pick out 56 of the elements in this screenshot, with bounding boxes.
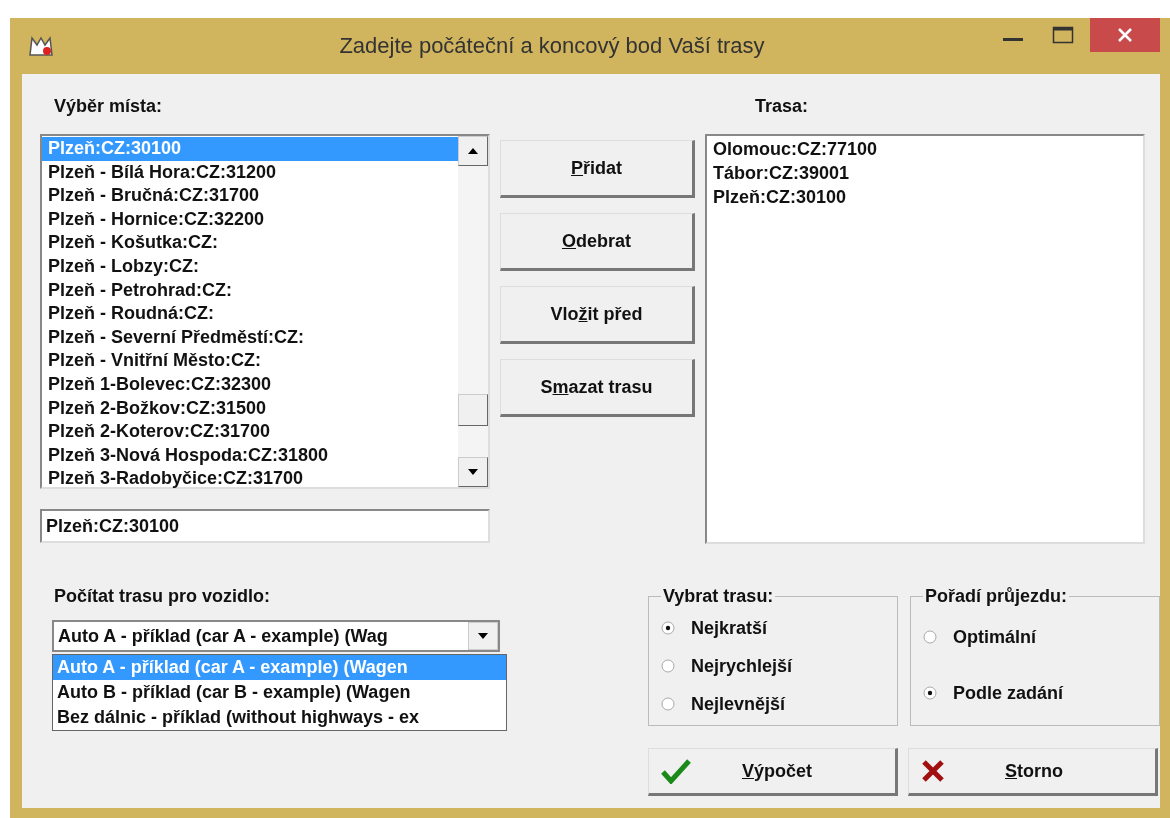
- radio-icon[interactable]: [661, 659, 675, 673]
- list-item[interactable]: Plzeň:CZ:30100: [707, 185, 1143, 209]
- window-title: Zadejte počáteční a koncový bod Vaší trasy: [338, 33, 766, 59]
- radio-icon[interactable]: [923, 630, 937, 644]
- list-item[interactable]: Plzeň - Petrohrad:CZ:: [42, 278, 458, 303]
- list-item[interactable]: Plzeň - Bílá Hora:CZ:31200: [42, 160, 458, 185]
- cancel-button[interactable]: Storno: [908, 748, 1158, 796]
- dropdown-option[interactable]: Bez dálnic - příklad (without highways - ex: [53, 705, 506, 730]
- dropdown-option[interactable]: Auto B - příklad (car B - example) (Wagen: [53, 680, 506, 705]
- scroll-down-icon[interactable]: [467, 468, 479, 476]
- radio-option[interactable]: Nejrychlejší: [661, 647, 885, 685]
- list-item[interactable]: Plzeň 3-Radobyčice:CZ:31700: [42, 467, 458, 491]
- place-field[interactable]: Plzeň:CZ:30100: [40, 509, 490, 543]
- radio-icon[interactable]: [661, 697, 675, 711]
- group-title: Vybrat trasu:: [662, 586, 775, 607]
- dropdown-arrow-icon[interactable]: [477, 632, 489, 640]
- list-item[interactable]: Plzeň - Bručná:CZ:31700: [42, 184, 458, 208]
- list-item[interactable]: Plzeň 3-Nová Hospoda:CZ:31800: [42, 443, 458, 468]
- action-button[interactable]: Vložit před: [500, 286, 695, 344]
- radio-option[interactable]: Nejlevnější: [661, 685, 885, 723]
- action-button[interactable]: Smazat trasu: [500, 359, 695, 417]
- checkmark-icon: [661, 758, 691, 784]
- list-item[interactable]: Plzeň - Vnitřní Město:CZ:: [42, 349, 458, 373]
- route-label: Trasa:: [755, 96, 810, 118]
- app-icon: [28, 35, 54, 57]
- close-button[interactable]: [1090, 18, 1160, 52]
- action-button[interactable]: Odebrat: [500, 213, 695, 271]
- maximize-icon[interactable]: [1052, 26, 1074, 44]
- route-list[interactable]: Olomouc:CZ:77100 Tábor:CZ:39001 Plzeň:CZ:30100: [705, 134, 1145, 544]
- scroll-thumb[interactable]: [458, 394, 488, 426]
- scrollbar[interactable]: [458, 136, 488, 487]
- action-button[interactable]: Přidat: [500, 140, 695, 198]
- radio-option[interactable]: Podle zadání: [923, 665, 1147, 721]
- radio-option[interactable]: Optimální: [923, 609, 1147, 665]
- list-item[interactable]: Tábor:CZ:39001: [707, 161, 1143, 185]
- radio-option[interactable]: Nejkratší: [661, 609, 885, 647]
- calculate-button[interactable]: Výpočet: [648, 748, 898, 796]
- list-item[interactable]: Plzeň - Košutka:CZ:: [42, 231, 458, 255]
- list-item[interactable]: Olomouc:CZ:77100: [707, 137, 1143, 161]
- radio-icon[interactable]: [923, 686, 937, 700]
- vehicle-dropdown[interactable]: Auto A - příklad (car A - example) (Wag: [52, 620, 500, 652]
- list-item[interactable]: Plzeň - Hornice:CZ:32200: [42, 207, 458, 232]
- list-item[interactable]: Plzeň 1-Bolevec:CZ:32300: [42, 372, 458, 397]
- list-item[interactable]: Plzeň - Lobzy:CZ:: [42, 254, 458, 279]
- scroll-up-icon[interactable]: [467, 147, 479, 155]
- list-item[interactable]: Plzeň - Severní Předměstí:CZ:: [42, 325, 458, 350]
- list-item[interactable]: Plzeň - Roudná:CZ:: [42, 302, 458, 326]
- group-title: Pořadí průjezdu:: [924, 586, 1068, 607]
- list-item[interactable]: Plzeň 2-Božkov:CZ:31500: [42, 396, 458, 421]
- list-item[interactable]: Plzeň 2-Koterov:CZ:31700: [42, 420, 458, 444]
- place-list[interactable]: [40, 134, 490, 489]
- radio-icon[interactable]: [661, 621, 675, 635]
- place-label: Výběr místa:: [54, 96, 164, 118]
- cross-icon: [921, 759, 945, 783]
- close-icon[interactable]: [1117, 27, 1133, 43]
- vehicle-label: Počítat trasu pro vozidlo:: [54, 586, 272, 608]
